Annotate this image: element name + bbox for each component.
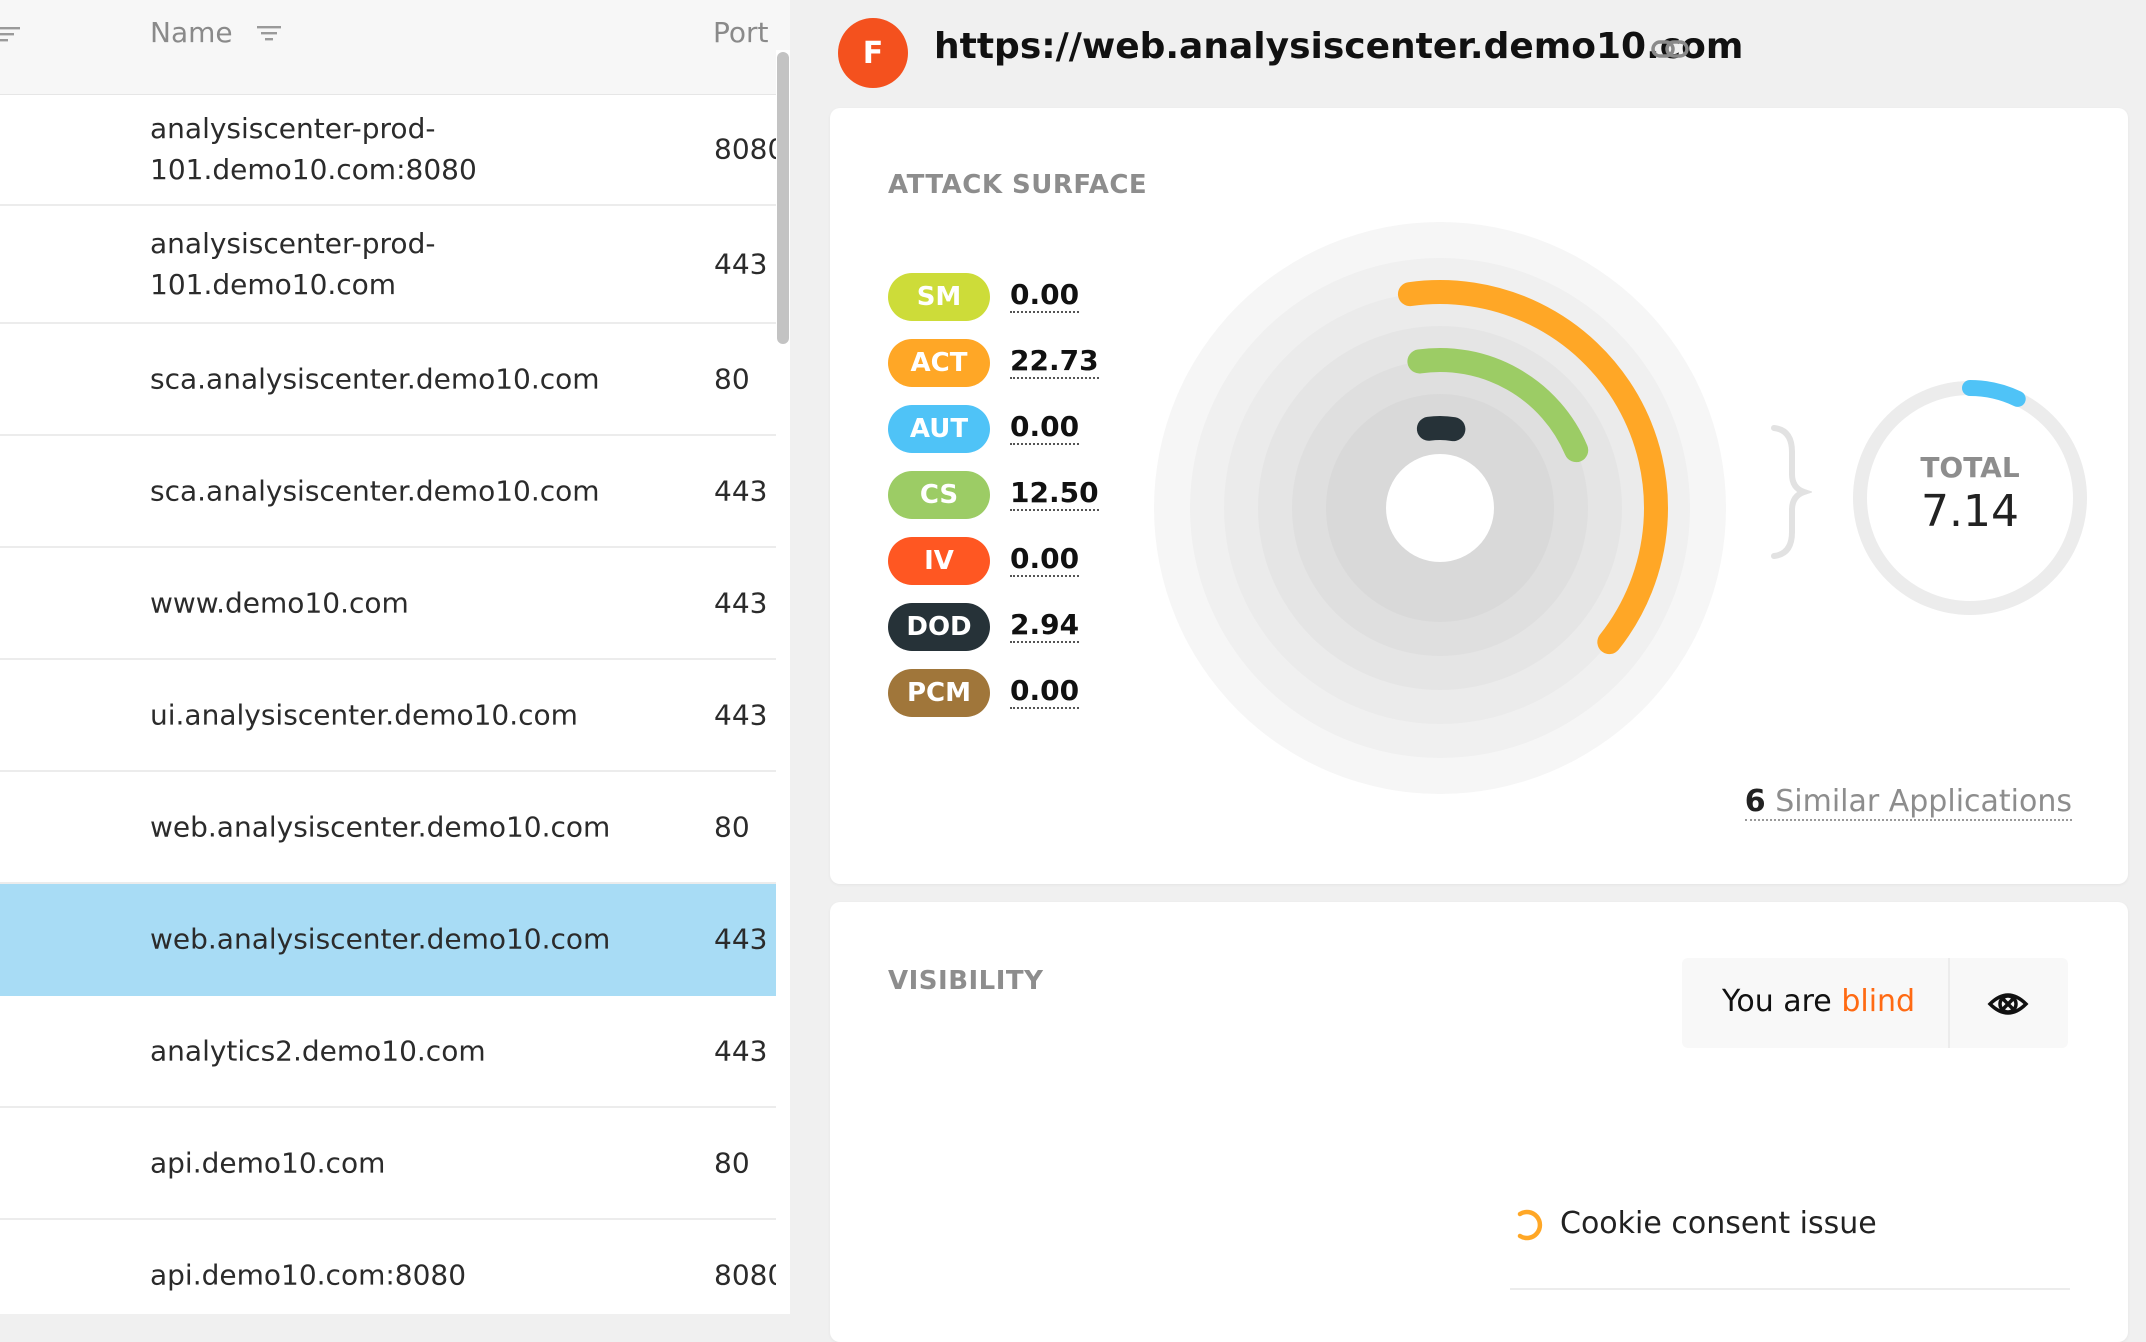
cell-port: 80 (714, 1146, 750, 1180)
table-row[interactable]: www.demo10.com 443 (0, 548, 776, 660)
table-row-selected[interactable]: web.analysiscenter.demo10.com 443 (0, 884, 776, 996)
app-header: F https://web.analysiscenter.demo10.com (830, 12, 2130, 88)
total-score-arc (1962, 380, 2026, 407)
issue-label[interactable]: Cookie consent issue (1560, 1206, 1877, 1241)
metric-badge: PCM (888, 669, 990, 717)
cell-name: sca.analysiscenter.demo10.com (150, 474, 600, 508)
column-header-name[interactable]: Name (150, 16, 233, 49)
metric-value[interactable]: 2.94 (1010, 609, 1080, 643)
metric-badge: AUT (888, 405, 990, 453)
metric-value[interactable]: 22.73 (1010, 345, 1099, 379)
table-row[interactable]: sca.analysiscenter.demo10.com 443 (0, 436, 776, 548)
cell-name: www.demo10.com (150, 586, 409, 620)
metric-badge: CS (888, 471, 990, 519)
metric-badge: ACT (888, 339, 990, 387)
similar-count: 6 (1744, 784, 1766, 819)
metric-value[interactable]: 0.00 (1010, 279, 1080, 313)
metric-badge: SM (888, 273, 990, 321)
brace-icon (1771, 425, 1812, 559)
total-label: TOTAL (1920, 451, 2020, 484)
metric-value[interactable]: 0.00 (1010, 543, 1080, 577)
scrollbar-thumb[interactable] (777, 52, 789, 344)
table-header: Name Port (0, 0, 790, 95)
cell-port: 443 (714, 586, 768, 620)
metric-badge: DOD (888, 603, 990, 651)
cell-name: web.analysiscenter.demo10.com (150, 922, 611, 956)
filter-icon[interactable] (0, 24, 22, 44)
applications-table: Name Port analysiscenter-prod-101.demo10… (0, 0, 790, 1314)
cell-port: 80 (714, 362, 750, 396)
hidden-eye-icon[interactable] (1986, 982, 2030, 1026)
link-icon[interactable] (1650, 34, 1690, 64)
filter-icon[interactable] (256, 22, 282, 44)
metric-badge: IV (888, 537, 990, 585)
app-url[interactable]: https://web.analysiscenter.demo10.com (934, 26, 1743, 67)
cell-port: 443 (714, 922, 768, 956)
visibility-status-text: You are blind (1722, 984, 1915, 1019)
visibility-card: VISIBILITY You are blind Cookie consent … (830, 902, 2128, 1342)
table-row[interactable]: web.analysiscenter.demo10.com 80 (0, 772, 776, 884)
attack-surface-title: ATTACK SURFACE (888, 170, 1148, 200)
table-row[interactable]: analytics2.demo10.com 443 (0, 996, 776, 1108)
visibility-title: VISIBILITY (888, 966, 1044, 996)
cell-port: 443 (714, 1034, 768, 1068)
column-header-port[interactable]: Port (713, 16, 769, 49)
cell-name: analysiscenter-prod-101.demo10.com:8080 (150, 112, 477, 186)
cell-name: analytics2.demo10.com (150, 1034, 486, 1068)
cell-name: ui.analysiscenter.demo10.com (150, 698, 578, 732)
similar-label: Similar Applications (1775, 784, 2072, 819)
cell-name: api.demo10.com (150, 1146, 386, 1180)
cell-name: api.demo10.com:8080 (150, 1258, 467, 1292)
cell-name: analysiscenter-prod-101.demo10.com (150, 227, 436, 301)
status-highlight: blind (1841, 984, 1916, 1019)
metric-value[interactable]: 12.50 (1010, 477, 1099, 511)
table-row[interactable]: analysiscenter-prod-101.demo10.com:8080 … (0, 94, 776, 206)
radial-arc-dod (1416, 416, 1466, 442)
divider (1510, 1288, 2070, 1290)
divider (1948, 958, 1950, 1048)
visibility-status: You are blind (1682, 958, 2068, 1048)
metric-value[interactable]: 0.00 (1010, 675, 1080, 709)
cell-port: 443 (714, 698, 768, 732)
table-body: analysiscenter-prod-101.demo10.com:8080 … (0, 94, 776, 1314)
total-value: 7.14 (1921, 486, 2019, 537)
cell-port: 8080 (714, 132, 776, 166)
cell-port: 443 (714, 247, 768, 281)
table-row[interactable]: analysiscenter-prod-101.demo10.com 443 (0, 206, 776, 324)
cell-port: 80 (714, 810, 750, 844)
status-prefix: You are (1722, 984, 1832, 1019)
table-row[interactable]: sca.analysiscenter.demo10.com 80 (0, 324, 776, 436)
cell-name: web.analysiscenter.demo10.com (150, 810, 611, 844)
attack-surface-radial-chart (1154, 222, 1726, 794)
table-row[interactable]: api.demo10.com 80 (0, 1108, 776, 1220)
cell-name: sca.analysiscenter.demo10.com (150, 362, 600, 396)
attack-surface-card: ATTACK SURFACE SM 0.00 ACT 22.73 AUT 0.0… (830, 108, 2128, 884)
cell-port: 8080 (714, 1258, 776, 1292)
similar-applications-link[interactable]: 6 Similar Applications (1744, 784, 2072, 821)
app-avatar: F (838, 18, 908, 88)
metric-value[interactable]: 0.00 (1010, 411, 1080, 445)
table-row[interactable]: ui.analysiscenter.demo10.com 443 (0, 660, 776, 772)
cell-port: 443 (714, 474, 768, 508)
warning-circle-icon (1517, 1209, 1543, 1241)
table-row[interactable]: api.demo10.com:8080 8080 (0, 1220, 776, 1314)
